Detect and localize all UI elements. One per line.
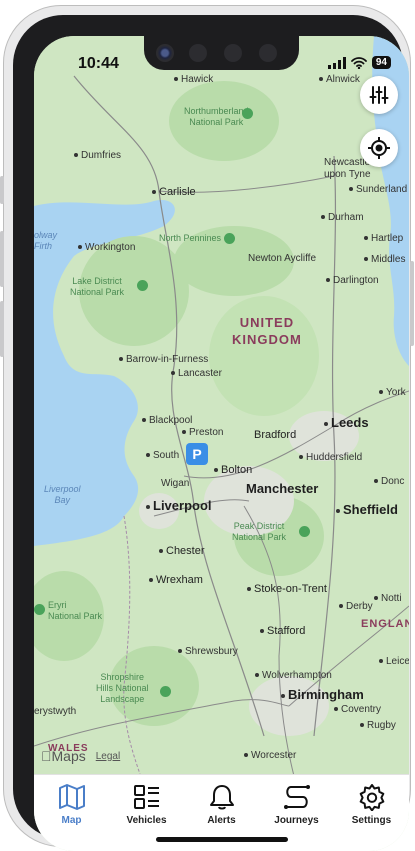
sensor-icon bbox=[259, 44, 277, 62]
town-label: Sunderland bbox=[349, 184, 407, 195]
park-label: Northumberland National Park bbox=[184, 106, 249, 127]
city-label: Manchester bbox=[246, 481, 319, 496]
town-label: Middles bbox=[364, 254, 405, 265]
wifi-icon bbox=[350, 56, 367, 69]
sea-label: Liverpool Bay bbox=[44, 484, 81, 505]
notch bbox=[144, 36, 299, 70]
power-button bbox=[410, 261, 414, 346]
tab-label: Alerts bbox=[207, 815, 236, 826]
map-view[interactable]: Hawick Alnwick Northumberland National P… bbox=[34, 36, 409, 786]
town-label: Newcastle upon Tyne bbox=[324, 157, 371, 180]
town-label: Wolverhampton bbox=[255, 670, 332, 681]
home-indicator[interactable] bbox=[156, 837, 288, 842]
city-label: Sheffield bbox=[336, 502, 398, 517]
park-icon bbox=[242, 108, 253, 119]
town-label: Darlington bbox=[326, 275, 379, 286]
sliders-icon bbox=[369, 86, 389, 104]
front-camera-icon bbox=[156, 44, 174, 62]
map-attribution: Maps Legal bbox=[41, 748, 120, 764]
park-label: North Pennines bbox=[159, 233, 236, 245]
country-label: UNITED KINGDOM bbox=[232, 315, 302, 347]
town-label: Hawick bbox=[174, 74, 213, 85]
park-icon bbox=[299, 526, 310, 537]
bell-icon bbox=[209, 785, 234, 810]
tab-settings[interactable]: Settings bbox=[334, 775, 409, 851]
town-label: Coventry bbox=[334, 704, 381, 715]
tab-label: Settings bbox=[351, 815, 392, 826]
parking-marker[interactable]: P bbox=[186, 443, 208, 465]
city-label: Leeds bbox=[324, 415, 369, 430]
town-label: Barrow-in-Furness bbox=[119, 354, 208, 365]
volume-down-button bbox=[0, 301, 4, 357]
city-label: Birmingham bbox=[281, 687, 364, 702]
town-label: Workington bbox=[78, 242, 135, 253]
park-label: Shropshire Hills National Landscape bbox=[96, 672, 149, 704]
phone-bezel: Hawick Alnwick Northumberland National P… bbox=[13, 15, 409, 851]
apple-maps-logo: Maps bbox=[41, 748, 86, 764]
tab-label: Journeys bbox=[274, 815, 319, 826]
town-label: Alnwick bbox=[319, 74, 360, 85]
town-label: Derby bbox=[339, 601, 373, 612]
town-label: Lancaster bbox=[171, 368, 222, 379]
apple-icon:  bbox=[41, 748, 52, 764]
town-label: Dumfries bbox=[74, 150, 121, 161]
town-label: Wrexham bbox=[149, 574, 203, 586]
town-label: York bbox=[379, 387, 406, 398]
park-label: Peak District National Park bbox=[232, 521, 287, 542]
locate-button[interactable] bbox=[360, 129, 398, 167]
town-label: erystwyth bbox=[34, 706, 77, 717]
town-label: Hartlep bbox=[364, 233, 403, 244]
park-label: Lake District National Park bbox=[70, 276, 125, 297]
town-label: Chester bbox=[159, 545, 205, 557]
phone-frame: Hawick Alnwick Northumberland National P… bbox=[0, 5, 414, 851]
list-icon bbox=[133, 785, 159, 809]
town-label: Donc bbox=[374, 476, 404, 487]
town-label: Blackpool bbox=[142, 415, 192, 426]
town-label: Notti bbox=[374, 593, 402, 604]
map-icon bbox=[58, 784, 85, 810]
sea-label: olway Firth bbox=[34, 230, 58, 251]
town-label: Leice bbox=[379, 656, 409, 667]
town-label: South bbox=[146, 450, 179, 461]
tab-label: Map bbox=[61, 815, 82, 826]
town-label: Wigan bbox=[161, 478, 190, 489]
filter-button[interactable] bbox=[360, 76, 398, 114]
tab-map[interactable]: Map bbox=[34, 775, 109, 851]
town-label: Preston bbox=[182, 427, 223, 438]
park-icon bbox=[34, 604, 45, 615]
signal-icon bbox=[327, 56, 346, 69]
legal-link[interactable]: Legal bbox=[96, 751, 120, 762]
volume-up-button bbox=[0, 231, 4, 287]
town-label: Shrewsbury bbox=[178, 646, 238, 657]
town-label: Rugby bbox=[360, 720, 396, 731]
town-label: Worcester bbox=[244, 750, 296, 761]
town-label: Durham bbox=[321, 212, 364, 223]
status-icons: 94 bbox=[327, 56, 391, 69]
park-label: Eryri National Park bbox=[48, 600, 103, 621]
town-label: Stoke-on-Trent bbox=[247, 583, 327, 595]
route-icon bbox=[283, 785, 310, 809]
sensor-icon bbox=[224, 44, 242, 62]
town-label: Stafford bbox=[260, 625, 305, 637]
gear-icon bbox=[359, 784, 384, 811]
sensor-icon bbox=[189, 44, 207, 62]
town-label: Bradford bbox=[254, 429, 297, 441]
mute-switch bbox=[0, 176, 4, 204]
battery-indicator: 94 bbox=[371, 56, 391, 69]
town-label: Bolton bbox=[214, 464, 252, 476]
screen: Hawick Alnwick Northumberland National P… bbox=[34, 36, 409, 851]
park-icon bbox=[160, 686, 171, 697]
town-label: Huddersfield bbox=[299, 452, 362, 463]
town-label: Carlisle bbox=[152, 186, 196, 198]
status-time: 10:44 bbox=[78, 55, 119, 72]
crosshair-icon bbox=[368, 137, 390, 159]
region-label: ENGLAND bbox=[361, 618, 409, 630]
city-label: Liverpool bbox=[146, 498, 212, 513]
map-background bbox=[34, 36, 409, 786]
park-icon bbox=[137, 280, 148, 291]
park-icon bbox=[224, 233, 236, 245]
town-label: Newton Aycliffe bbox=[248, 253, 317, 264]
tab-label: Vehicles bbox=[126, 815, 167, 826]
